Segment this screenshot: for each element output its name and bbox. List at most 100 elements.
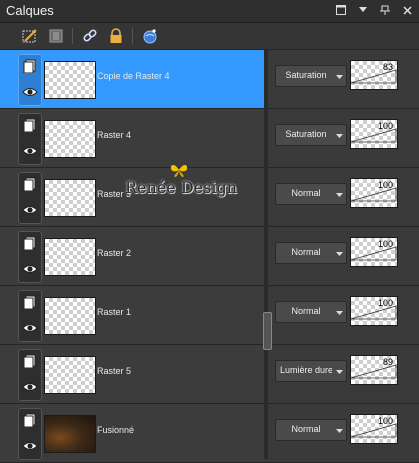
blend-mode-dropdown[interactable]: Normal xyxy=(275,242,347,264)
blend-mode-label: Normal xyxy=(291,424,321,434)
eye-icon[interactable] xyxy=(22,262,38,280)
layer-row-properties: Lumière dure 89 xyxy=(268,345,419,403)
splitter-grip[interactable] xyxy=(263,312,272,350)
opacity-field[interactable]: 83 xyxy=(350,60,398,90)
lock-icon[interactable] xyxy=(106,26,126,46)
blend-mode-label: Normal xyxy=(291,188,321,198)
chevron-down-icon xyxy=(336,308,343,318)
layer-row-properties: Saturation 100 xyxy=(268,109,419,167)
blend-mode-dropdown[interactable]: Saturation xyxy=(275,65,347,87)
opacity-slider-icon xyxy=(350,292,397,325)
layer-row-main[interactable]: Copie de Raster 4 xyxy=(0,50,264,108)
layer-thumbnail xyxy=(44,61,96,99)
eye-icon[interactable] xyxy=(22,203,38,221)
dropdown-icon[interactable] xyxy=(357,4,369,16)
layer-toggles xyxy=(18,172,42,224)
chevron-down-icon xyxy=(336,367,343,377)
link-icon[interactable] xyxy=(80,26,100,46)
chevron-down-icon xyxy=(336,190,343,200)
layer-row-main[interactable]: Fusionné xyxy=(0,404,264,462)
layer-row[interactable]: Fusionné Normal 100 xyxy=(0,404,419,463)
layer-row[interactable]: Raster 4 Saturation 100 xyxy=(0,109,419,168)
layer-row-properties: Normal 100 xyxy=(268,168,419,226)
layer-row-main[interactable]: Raster 2 xyxy=(0,227,264,285)
layer-row-properties: Normal 100 xyxy=(268,227,419,285)
layer-thumbnail xyxy=(44,356,96,394)
layer-toggles xyxy=(18,231,42,283)
pin-icon[interactable] xyxy=(379,4,391,16)
opacity-field[interactable]: 100 xyxy=(350,237,398,267)
layer-row-properties: Normal 100 xyxy=(268,404,419,462)
layer-thumbnail xyxy=(44,415,96,453)
chevron-down-icon xyxy=(336,249,343,259)
blend-mode-label: Lumière dure xyxy=(280,365,332,375)
eye-icon[interactable] xyxy=(22,439,38,457)
opacity-slider-icon xyxy=(350,233,397,266)
opacity-slider-icon xyxy=(350,174,397,207)
globe-icon[interactable] xyxy=(140,26,160,46)
blend-mode-dropdown[interactable]: Saturation xyxy=(275,124,347,146)
toolbar-divider xyxy=(132,28,133,44)
watermark-text: Renée Design xyxy=(125,178,238,197)
layer-list: Copie de Raster 4 Saturation 83 Raster 4… xyxy=(0,50,419,463)
layer-name[interactable]: Raster 4 xyxy=(97,130,131,140)
layer-row-main[interactable]: Raster 5 xyxy=(0,345,264,403)
layer-row-main[interactable]: Raster 4 xyxy=(0,109,264,167)
layer-toggles xyxy=(18,54,42,106)
layer-row[interactable]: Raster 2 Normal 100 xyxy=(0,227,419,286)
opacity-field[interactable]: 89 xyxy=(350,355,398,385)
opacity-field[interactable]: 100 xyxy=(350,119,398,149)
layer-row[interactable]: Raster 5 Lumière dure 89 xyxy=(0,345,419,404)
blend-mode-dropdown[interactable]: Normal xyxy=(275,301,347,323)
raster-layer-icon xyxy=(23,295,37,314)
opacity-slider-icon xyxy=(350,410,397,443)
mask-icon[interactable] xyxy=(46,26,66,46)
layer-name[interactable]: Copie de Raster 4 xyxy=(97,71,170,81)
blend-mode-dropdown[interactable]: Normal xyxy=(275,183,347,205)
chevron-down-icon xyxy=(336,72,343,82)
layer-row[interactable]: Raster 1 Normal 100 xyxy=(0,286,419,345)
raster-layer-icon xyxy=(23,59,37,78)
layer-toggles xyxy=(18,349,42,401)
layer-toggles xyxy=(18,290,42,342)
opacity-field[interactable]: 100 xyxy=(350,178,398,208)
eye-icon[interactable] xyxy=(22,380,38,398)
eye-icon[interactable] xyxy=(22,321,38,339)
panel-titlebar: Calques xyxy=(0,0,419,23)
opacity-slider-icon xyxy=(350,351,397,384)
opacity-field[interactable]: 100 xyxy=(350,296,398,326)
layer-row-properties: Normal 100 xyxy=(268,286,419,344)
window-controls xyxy=(335,4,413,16)
chevron-down-icon xyxy=(336,426,343,436)
opacity-slider-icon xyxy=(350,56,397,89)
raster-layer-icon xyxy=(23,413,37,432)
layer-thumbnail xyxy=(44,238,96,276)
layer-row[interactable]: Copie de Raster 4 Saturation 83 xyxy=(0,50,419,109)
layer-name[interactable]: Raster 5 xyxy=(97,366,131,376)
layer-name[interactable]: Raster 2 xyxy=(97,248,131,258)
eye-icon[interactable] xyxy=(22,85,38,103)
raster-layer-icon xyxy=(23,236,37,255)
raster-layer-icon xyxy=(23,177,37,196)
layer-name[interactable]: Fusionné xyxy=(97,425,134,435)
layer-name[interactable]: Raster 1 xyxy=(97,307,131,317)
eye-icon[interactable] xyxy=(22,144,38,162)
blend-mode-dropdown[interactable]: Lumière dure xyxy=(275,360,347,382)
layer-toggles xyxy=(18,408,42,460)
close-icon[interactable] xyxy=(401,4,413,16)
layer-toggles xyxy=(18,113,42,165)
chevron-down-icon xyxy=(336,131,343,141)
layer-row-main[interactable]: Raster 1 xyxy=(0,286,264,344)
new-raster-icon[interactable] xyxy=(20,26,40,46)
opacity-slider-icon xyxy=(350,115,397,148)
opacity-field[interactable]: 100 xyxy=(350,414,398,444)
layers-toolbar xyxy=(0,23,419,50)
panel-splitter[interactable] xyxy=(264,50,268,459)
layer-thumbnail xyxy=(44,297,96,335)
maximize-icon[interactable] xyxy=(335,4,347,16)
raster-layer-icon xyxy=(23,118,37,137)
blend-mode-label: Normal xyxy=(291,306,321,316)
raster-layer-icon xyxy=(23,354,37,373)
blend-mode-dropdown[interactable]: Normal xyxy=(275,419,347,441)
layer-row-properties: Saturation 83 xyxy=(268,50,419,108)
